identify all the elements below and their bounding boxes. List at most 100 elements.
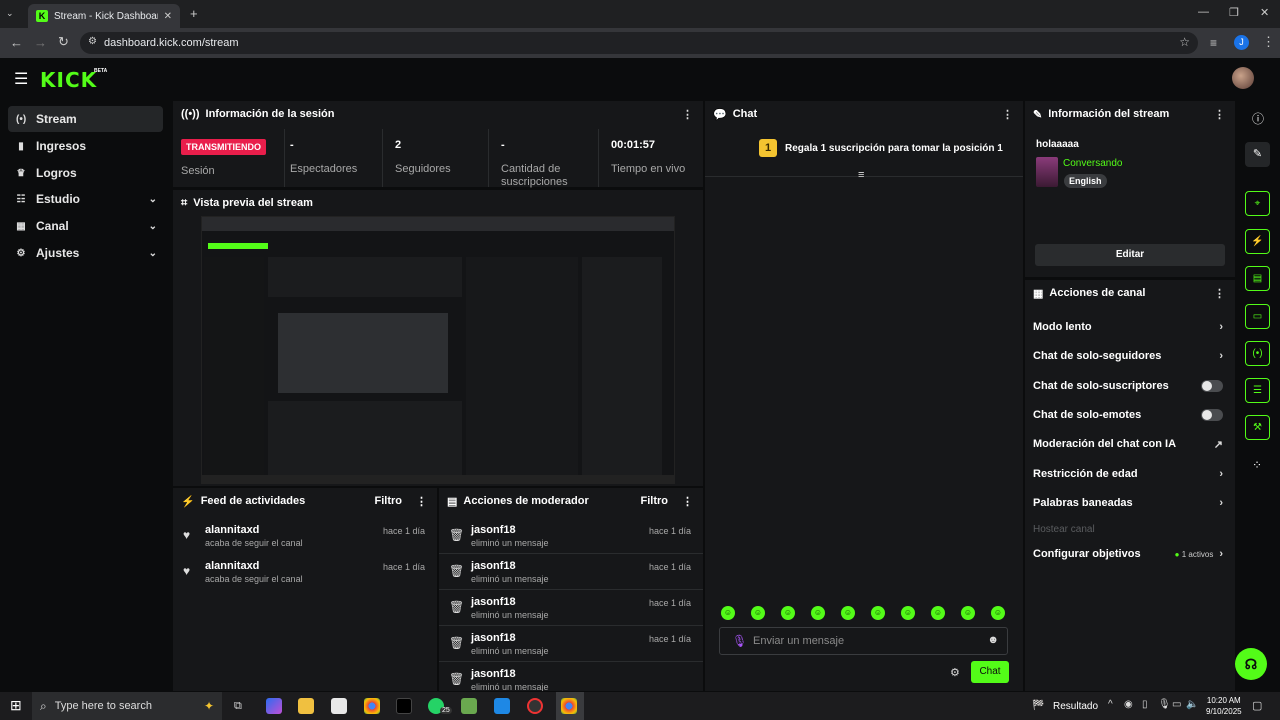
emote-icon[interactable]: ☺ (841, 606, 855, 620)
volume-icon[interactable]: 🔈 (1186, 699, 1198, 710)
close-window-icon[interactable]: ✕ (1260, 6, 1269, 19)
activity-user[interactable]: alannitaxd (205, 560, 259, 572)
back-icon[interactable]: ← (10, 35, 23, 50)
moderator-user[interactable]: jasonf18 (471, 668, 516, 680)
address-bar[interactable]: ⚙ dashboard.kick.com/stream ☆ (80, 32, 1198, 54)
bookmark-star-icon[interactable]: ☆ (1179, 35, 1190, 49)
close-tab-icon[interactable]: ✕ (164, 11, 172, 22)
taskbar-search[interactable]: ⌕ Type here to search ✦ (32, 692, 222, 720)
action-goals[interactable]: Configurar objetivos ● 1 activos › (1033, 544, 1223, 564)
edit-stream-icon[interactable]: ✎ (1245, 142, 1270, 167)
filter-button[interactable]: Filtro (375, 495, 403, 507)
chrome-active-icon[interactable] (561, 698, 577, 714)
user-avatar[interactable] (1232, 67, 1254, 89)
notifications-icon[interactable]: ▢ (1252, 699, 1262, 712)
minecraft-icon[interactable] (461, 698, 477, 714)
layout-icon[interactable]: ☰ (1245, 378, 1270, 403)
action-slow-mode[interactable]: Modo lento › (1033, 317, 1223, 337)
hamburger-menu-icon[interactable]: ☰ (14, 69, 28, 89)
send-chat-button[interactable]: Chat (971, 661, 1009, 683)
profile-avatar[interactable]: J (1234, 35, 1249, 50)
weather-label[interactable]: Resultado (1053, 701, 1098, 712)
sidebar-item-canal[interactable]: ▦ Canal ⌄ (8, 213, 163, 239)
clip-icon[interactable]: ⌖ (1245, 191, 1270, 216)
action-age-restriction[interactable]: Restricción de edad › (1033, 464, 1223, 484)
emote-icon[interactable]: ☺ (961, 606, 975, 620)
moderator-user[interactable]: jasonf18 (471, 524, 516, 536)
file-explorer-icon[interactable] (298, 698, 314, 714)
tab-list-icon[interactable]: ⌄ (6, 8, 14, 19)
sidebar-item-ingresos[interactable]: ▮ Ingresos (8, 133, 163, 159)
more-options-icon[interactable]: ⋮ (416, 495, 427, 508)
browser-tab[interactable]: K Stream - Kick Dashboard ✕ (28, 4, 180, 28)
new-tab-icon[interactable]: + (190, 6, 198, 21)
site-info-icon[interactable]: ⚙ (88, 36, 97, 47)
emotes-only-toggle[interactable] (1201, 409, 1223, 421)
more-options-icon[interactable]: ⋮ (1214, 287, 1225, 300)
tiktok-icon[interactable] (396, 698, 412, 714)
copilot-icon[interactable] (266, 698, 282, 714)
document-icon[interactable]: ▤ (1245, 266, 1270, 291)
tray-device-icon[interactable]: ▯ (1142, 699, 1148, 710)
more-options-icon[interactable]: ⋮ (682, 495, 693, 508)
chrome-icon[interactable] (364, 698, 380, 714)
emote-icon[interactable]: ☺ (901, 606, 915, 620)
tray-app-icon[interactable]: ◉ (1124, 699, 1133, 710)
emoji-picker-icon[interactable]: ☻ (987, 634, 999, 646)
maximize-icon[interactable]: ❐ (1229, 6, 1239, 19)
category-link[interactable]: Conversando (1063, 158, 1122, 169)
more-options-icon[interactable]: ⋮ (682, 108, 693, 121)
tray-overflow-icon[interactable]: ^ (1108, 699, 1113, 710)
moderator-user[interactable]: jasonf18 (471, 596, 516, 608)
reading-list-icon[interactable]: ≡ (1210, 36, 1217, 50)
kick-logo[interactable]: KICK (40, 68, 97, 92)
sidebar-item-estudio[interactable]: ☷ Estudio ⌄ (8, 186, 163, 212)
task-view-icon[interactable]: ⧉ (234, 700, 242, 713)
lightning-icon[interactable]: ⚡ (1245, 229, 1270, 254)
forward-icon[interactable]: → (34, 35, 47, 50)
microphone-icon[interactable]: 🎙 (732, 634, 747, 648)
action-ai-moderation[interactable]: Moderación del chat con IA ↗ (1033, 434, 1223, 454)
info-icon[interactable]: ⓘ (1252, 110, 1264, 127)
chat-bubble-icon[interactable]: ▭ (1245, 304, 1270, 329)
moderator-user[interactable]: jasonf18 (471, 632, 516, 644)
wrench-icon[interactable]: ⚒ (1245, 415, 1270, 440)
moderator-user[interactable]: jasonf18 (471, 560, 516, 572)
sidebar-item-logros[interactable]: ♛ Logros (8, 160, 163, 186)
minimize-icon[interactable]: — (1198, 6, 1209, 18)
emote-icon[interactable]: ☺ (931, 606, 945, 620)
emote-icon[interactable]: ☺ (991, 606, 1005, 620)
obs-icon[interactable] (527, 698, 543, 714)
photos-icon[interactable] (494, 698, 510, 714)
expand-icon[interactable]: ≡ (858, 169, 864, 181)
support-button[interactable]: ☊ (1235, 648, 1267, 680)
sidebar-item-ajustes[interactable]: ⚙ Ajustes ⌄ (8, 240, 163, 266)
emote-icon[interactable]: ☺ (751, 606, 765, 620)
filter-button[interactable]: Filtro (641, 495, 669, 507)
reload-icon[interactable]: ↻ (58, 34, 69, 50)
chat-settings-icon[interactable]: ⚙ (950, 666, 960, 679)
taskbar-clock[interactable]: 10:20 AM 9/10/2025 (1206, 695, 1242, 717)
edit-button[interactable]: Editar (1035, 244, 1225, 266)
sidebar-item-stream[interactable]: (•) Stream (8, 106, 163, 132)
tray-mic-icon[interactable]: 🎙 (1158, 699, 1171, 710)
browser-menu-icon[interactable]: ⋮ (1262, 34, 1275, 50)
subscribers-only-toggle[interactable] (1201, 380, 1223, 392)
network-icon[interactable]: ▭ (1172, 699, 1181, 710)
emote-icon[interactable]: ☺ (811, 606, 825, 620)
stream-preview-video[interactable] (201, 216, 675, 484)
more-options-icon[interactable]: ⋮ (1214, 108, 1225, 121)
emote-icon[interactable]: ☺ (781, 606, 795, 620)
windows-start-icon[interactable]: ⊞ (10, 697, 22, 714)
more-options-icon[interactable]: ⋮ (1002, 108, 1013, 121)
activity-user[interactable]: alannitaxd (205, 524, 259, 536)
store-icon[interactable] (331, 698, 347, 714)
emote-icon[interactable]: ☺ (871, 606, 885, 620)
chat-input[interactable]: 🎙 Enviar un mensaje ☻ (719, 627, 1008, 655)
gift-prompt[interactable]: Regala 1 suscripción para tomar la posic… (785, 143, 1003, 154)
action-followers-only[interactable]: Chat de solo-seguidores › (1033, 346, 1223, 366)
broadcast-icon[interactable]: (•) (1245, 341, 1270, 366)
emote-icon[interactable]: ☺ (721, 606, 735, 620)
shapes-icon[interactable]: ⁘ (1252, 458, 1262, 472)
action-banned-words[interactable]: Palabras baneadas › (1033, 493, 1223, 513)
